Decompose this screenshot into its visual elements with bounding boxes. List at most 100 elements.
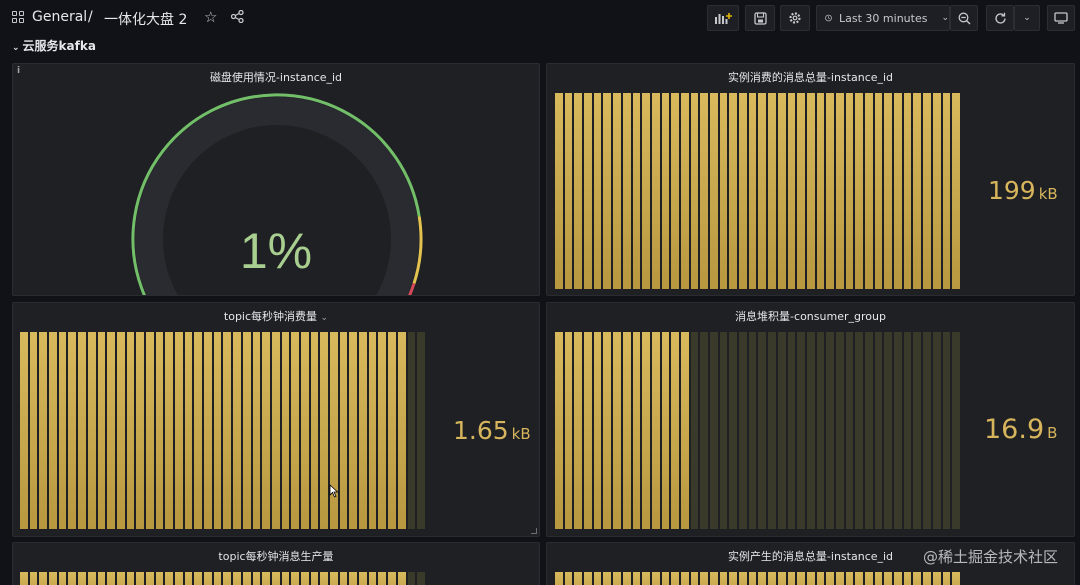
bar-segment [913, 572, 922, 585]
gear-icon [789, 12, 801, 24]
bar-segment [349, 572, 358, 585]
bar-segment [262, 332, 270, 529]
share-icon[interactable] [230, 9, 244, 27]
bar-segment [884, 332, 893, 529]
panel-disk-usage[interactable]: i 磁盘使用情况-instance_id 1% [12, 63, 540, 296]
bar-segment [204, 332, 212, 529]
bar-segment [739, 332, 747, 529]
bar-segment [942, 572, 951, 585]
stat-number: 1.65 [453, 416, 509, 445]
bar-segment [729, 572, 738, 585]
stat-value: 1.65 kB [453, 416, 531, 445]
bar-segment [642, 572, 650, 585]
add-panel-button[interactable] [707, 5, 739, 31]
bar-segment [271, 572, 280, 585]
panel-topic-consume[interactable]: topic每秒钟消费量 ⌄ 1.65 kB [12, 302, 540, 537]
bar-segment [126, 572, 135, 585]
bar-segment [913, 93, 922, 289]
mouse-cursor-icon [329, 484, 339, 498]
bar-segment [613, 572, 621, 585]
row-header[interactable]: ⌄ 云服务kafka [12, 37, 96, 54]
bar-segment [748, 332, 757, 529]
bar-segment [816, 93, 825, 289]
bar-segment [165, 572, 173, 585]
tv-mode-button[interactable] [1047, 5, 1075, 31]
bar-segment [816, 332, 825, 529]
bar-segment [555, 572, 563, 585]
bar-segment [39, 332, 48, 529]
chevron-down-icon[interactable]: ⌄ [321, 313, 329, 323]
refresh-interval-dropdown[interactable]: ⌄ [1014, 5, 1040, 31]
bar-segment [894, 572, 902, 585]
bar-segment [797, 93, 805, 289]
refresh-button[interactable] [986, 5, 1014, 31]
breadcrumb-folder[interactable]: General [32, 9, 87, 25]
time-range-label: Last 30 minutes [839, 11, 928, 25]
stat-number: 16.9 [984, 414, 1045, 445]
bar-segment [368, 332, 377, 529]
bar-segment [29, 332, 38, 529]
bar-segment [603, 332, 612, 529]
bar-segment [78, 572, 86, 585]
bar-segment [777, 93, 786, 289]
panel-consumed-total[interactable]: 实例消费的消息总量-instance_id 199 kB [546, 63, 1075, 296]
panel-title[interactable]: 消息堆积量-consumer_group [547, 308, 1074, 324]
time-range-picker[interactable]: Last 30 minutes ⌄ [816, 5, 950, 31]
bar-segment [204, 572, 212, 585]
stat-unit: B [1047, 424, 1058, 442]
panel-title[interactable]: topic每秒钟消费量 ⌄ [13, 308, 539, 324]
chevron-down-icon: ⌄ [12, 43, 20, 53]
chevron-down-icon: ⌄ [941, 13, 949, 23]
bar-segment [339, 572, 348, 585]
bar-segment [845, 572, 854, 585]
bar-segment [787, 93, 796, 289]
bar-segment [603, 572, 612, 585]
bar-segment [252, 332, 261, 529]
bar-segment [884, 572, 893, 585]
bar-segment [739, 572, 747, 585]
bar-segment [903, 332, 912, 529]
panel-consumer-lag[interactable]: 消息堆积量-consumer_group 16.9 B [546, 302, 1075, 537]
panel-title-text: topic每秒钟消费量 [223, 310, 318, 323]
resize-handle[interactable] [531, 528, 537, 534]
save-dashboard-button[interactable] [745, 5, 775, 31]
bar-segment [787, 572, 796, 585]
bar-segment [952, 332, 960, 529]
bar-segment [661, 572, 670, 585]
bar-segment [622, 572, 631, 585]
bar-segment [574, 93, 583, 289]
bar-segment [97, 572, 106, 585]
bar-segment [690, 572, 699, 585]
bar-segment [68, 572, 77, 585]
bar-segment [855, 332, 863, 529]
bar-segment [729, 93, 738, 289]
bar-segment [690, 93, 699, 289]
bar-segment [555, 93, 563, 289]
bar-segment [700, 572, 708, 585]
bar-segment [806, 93, 815, 289]
bar-segment [68, 332, 77, 529]
bar-segment [20, 572, 28, 585]
bar-gauge [555, 332, 960, 529]
zoom-out-button[interactable] [950, 5, 978, 31]
grid-icon[interactable] [12, 11, 25, 24]
panel-topic-produce[interactable]: topic每秒钟消息生产量 [12, 542, 540, 585]
bar-segment [78, 332, 86, 529]
bar-segment [932, 572, 941, 585]
panel-title[interactable]: 实例消费的消息总量-instance_id [547, 69, 1074, 85]
bar-segment [378, 572, 387, 585]
bar-segment [826, 332, 834, 529]
dashboard-title[interactable]: 一体化大盘 2 [104, 9, 187, 29]
bar-segment [748, 572, 757, 585]
bar-segment [564, 93, 573, 289]
bar-segment [262, 572, 270, 585]
settings-button[interactable] [780, 5, 810, 31]
refresh-icon [994, 12, 1006, 24]
bar-segment [126, 332, 135, 529]
bar-segment [330, 332, 338, 529]
star-icon[interactable]: ☆ [204, 8, 217, 26]
chevron-down-icon: ⌄ [1023, 13, 1031, 23]
bar-segment [407, 572, 416, 585]
bar-segment [894, 332, 902, 529]
panel-title[interactable]: topic每秒钟消息生产量 [13, 548, 539, 564]
